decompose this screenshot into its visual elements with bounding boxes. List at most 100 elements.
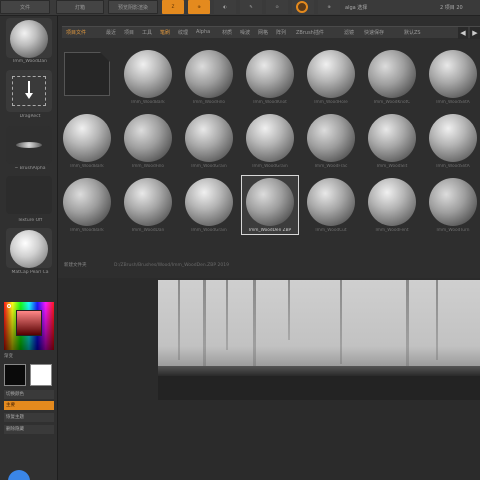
library-item[interactable]: Imm_WoodKnot xyxy=(243,50,297,114)
file-button[interactable]: 文件 xyxy=(0,0,50,14)
tab-default-zs[interactable]: 默认ZS xyxy=(404,29,421,36)
library-item[interactable]: Imm_WoodCut xyxy=(304,178,358,242)
brush-sphere-icon xyxy=(246,178,294,226)
library-item[interactable]: Imm_WoodBark xyxy=(121,50,175,114)
library-item-label: Imm_WoodDan xyxy=(131,228,165,233)
tab-filter[interactable]: 滤镜 xyxy=(344,29,354,36)
sculpt-preview[interactable] xyxy=(158,280,480,400)
tabs-prev-button[interactable]: ◀ xyxy=(458,27,468,39)
assistive-touch-icon[interactable] xyxy=(8,470,30,480)
library-item-label: Imm_WoodBark xyxy=(70,164,104,169)
library-item-label: Imm_WoodKnotC xyxy=(373,100,411,105)
viewport-canvas[interactable] xyxy=(58,278,480,480)
library-item-label: Imm_WoodTurn xyxy=(436,228,470,233)
tab-tool[interactable]: 工具 xyxy=(142,29,152,36)
new-folder-button[interactable]: 新建文件夹 xyxy=(64,262,87,270)
alpha-label: ~ BrushAlpha xyxy=(14,166,46,171)
library-item[interactable]: Imm_WoodFrac xyxy=(304,114,358,178)
library-item[interactable]: Imm_WoodBark xyxy=(60,114,114,178)
delete-hidden-button[interactable]: 删除隐藏 xyxy=(4,425,54,434)
color-picker-handle[interactable] xyxy=(7,304,11,308)
streak xyxy=(288,280,290,340)
library-item[interactable]: Imm_WoodGrain xyxy=(182,178,236,242)
tab-alpha[interactable]: Alpha xyxy=(196,29,210,35)
zadd-button[interactable]: Z xyxy=(162,0,184,14)
brush-label: Imm_WoodDan xyxy=(13,59,47,64)
brush-sphere-icon xyxy=(307,178,355,226)
file-path-label: D:/ZBrush/Brushes/Wood/Imm_WoodDen.ZBP 2… xyxy=(114,263,229,268)
library-item[interactable]: Imm_WoodGrain xyxy=(243,114,297,178)
switch-color-button[interactable]: 切换颜色 xyxy=(4,390,54,399)
tab-recent[interactable]: 最近 xyxy=(106,29,116,36)
texture-thumbnail[interactable] xyxy=(6,176,52,214)
library-item[interactable]: Imm_WoodDan xyxy=(121,178,175,242)
main-color-swatch[interactable] xyxy=(4,364,26,386)
stroke-thumbnail[interactable] xyxy=(6,70,52,112)
library-item[interactable]: Imm_WoodBark xyxy=(60,178,114,242)
tab-texture[interactable]: 纹理 xyxy=(178,29,188,36)
edit-toggle-button[interactable]: ⊕ xyxy=(188,0,210,14)
color-picker[interactable] xyxy=(4,302,54,350)
tab-plugins[interactable]: ZBrush插件 xyxy=(296,29,324,36)
library-item-label: Imm_WoodFrac xyxy=(314,164,348,169)
tab-noise[interactable]: 噪波 xyxy=(240,29,250,36)
secondary-color-swatch[interactable] xyxy=(30,364,52,386)
library-item[interactable]: Imm_WoodSlit xyxy=(365,114,419,178)
library-item-label: Imm_WoodSlitA xyxy=(436,100,470,105)
library-item[interactable]: Imm_WoodTurn xyxy=(426,178,480,242)
tab-brush[interactable]: 笔刷 xyxy=(160,29,170,36)
brush-sphere-icon xyxy=(368,114,416,162)
gyro-button[interactable]: ⊕ xyxy=(318,0,340,14)
library-item[interactable] xyxy=(60,50,114,114)
record-icon[interactable] xyxy=(296,1,308,13)
streak xyxy=(253,280,256,368)
library-footer: 新建文件夹 D:/ZBrush/Brushes/Wood/Imm_WoodDen… xyxy=(62,261,480,271)
library-item-label: Imm_WoodGrain xyxy=(252,164,288,169)
alpha-shape-icon xyxy=(16,142,42,148)
library-item-selected[interactable]: Imm_WoodDen ZBP xyxy=(241,175,299,242)
draw-mode-button[interactable]: ◐ xyxy=(214,0,236,14)
tab-material[interactable]: 材质 xyxy=(222,29,232,36)
brush-sphere-icon xyxy=(429,114,477,162)
library-item[interactable]: Imm_WoodHole xyxy=(304,50,358,114)
streak xyxy=(226,280,228,350)
library-item-label: Imm_WoodBark xyxy=(70,228,104,233)
lightbox-button[interactable]: 灯箱 xyxy=(56,0,104,14)
brush-sphere-icon xyxy=(63,114,111,162)
folder-icon xyxy=(64,52,110,96)
library-item[interactable]: Imm_WoodSlitA xyxy=(426,50,480,114)
brush-thumbnail[interactable] xyxy=(6,18,52,58)
library-item[interactable]: Imm_WoodKnotC xyxy=(365,50,419,114)
brush-sphere-icon xyxy=(10,20,48,58)
tab-quicksave[interactable]: 快速保存 xyxy=(364,29,384,36)
library-item[interactable]: Imm_WoodSlitA xyxy=(426,114,480,178)
library-item[interactable]: Imm_WoodFillo xyxy=(182,50,236,114)
library-item[interactable]: Imm_WoodFillo xyxy=(121,114,175,178)
library-item[interactable]: Imm_WoodGrain xyxy=(182,114,236,178)
lightbox-library: 项目文件 最近 项目 工具 笔刷 纹理 Alpha 材质 噪波 网格 阵列 ZB… xyxy=(58,16,480,278)
alpha-thumbnail[interactable] xyxy=(6,126,52,164)
tab-grid[interactable]: 网格 xyxy=(258,29,268,36)
library-item-label: Imm_WoodSlit xyxy=(376,164,408,169)
move-mode-button[interactable]: ✎ xyxy=(240,0,262,14)
stroke-label: DragRect xyxy=(19,114,41,119)
tab-project[interactable]: 项目 xyxy=(124,29,134,36)
color-picker-square[interactable] xyxy=(16,310,42,336)
tab-array[interactable]: 阵列 xyxy=(276,29,286,36)
main-button[interactable]: 主要 xyxy=(4,401,54,410)
streak xyxy=(436,280,438,360)
restore-theme-button[interactable]: 恢复主题 xyxy=(4,413,54,422)
tabs-next-button[interactable]: ▶ xyxy=(470,27,480,39)
scale-mode-button[interactable]: ⊙ xyxy=(266,0,288,14)
gradient-label: 渐变 xyxy=(4,354,13,359)
library-item[interactable]: Imm_WoodFent xyxy=(365,178,419,242)
library-item-label: Imm_WoodKnot xyxy=(253,100,287,105)
top-toolbar: 文件 灯箱 预览阴影渲染 Z ⊕ ◐ ✎ ⊙ ≡ ⊕ alga 选择 2 项目 … xyxy=(0,0,480,16)
material-thumbnail[interactable] xyxy=(6,228,52,268)
brush-sphere-icon xyxy=(246,114,294,162)
brush-sphere-icon xyxy=(124,50,172,98)
library-item-label: Imm_WoodGrain xyxy=(191,228,227,233)
tab-project-files[interactable]: 项目文件 xyxy=(66,29,86,36)
library-item-label: Imm_WoodCut xyxy=(315,228,347,233)
preview-render-button[interactable]: 预览阴影渲染 xyxy=(108,0,158,14)
